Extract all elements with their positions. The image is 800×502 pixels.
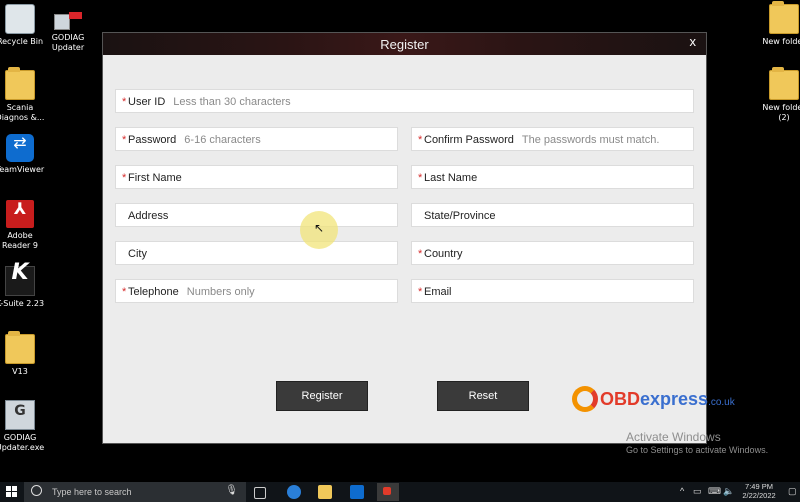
- adobe-label: Adobe Reader 9: [2, 231, 38, 250]
- clock-time: 7:49 PM: [745, 482, 773, 491]
- network-icon[interactable]: ▭: [693, 486, 702, 497]
- v13-folder-icon[interactable]: V13: [0, 331, 52, 377]
- active-app-glyph: [383, 487, 391, 495]
- required-mark: *: [122, 172, 127, 184]
- red-flag-icon: [69, 12, 82, 19]
- v13-label: V13: [12, 367, 28, 376]
- confirm-password-placeholder: The passwords must match.: [521, 134, 660, 146]
- reset-button[interactable]: Reset: [437, 381, 529, 411]
- country-label: Country: [424, 248, 463, 260]
- new-folder-2-icon[interactable]: New folder (2): [752, 67, 800, 123]
- teamviewer-glyph: [6, 134, 34, 162]
- logo-obd: OBD: [600, 389, 640, 409]
- microphone-icon[interactable]: 🎙: [225, 485, 238, 496]
- teamviewer-taskbar-icon[interactable]: [350, 485, 364, 499]
- teamviewer-label: TeamViewer: [0, 165, 45, 174]
- address-field[interactable]: Address: [115, 203, 398, 227]
- first-name-field[interactable]: * First Name: [115, 165, 398, 189]
- city-field[interactable]: City: [115, 241, 398, 265]
- required-mark: *: [418, 248, 423, 260]
- scania-folder-glyph: [5, 67, 35, 100]
- logo-tld: .co.uk: [708, 397, 735, 408]
- k-suite-glyph: [5, 266, 35, 296]
- new-folder-glyph: [769, 1, 799, 34]
- scania-icon[interactable]: Scania Diagnos &...: [0, 67, 52, 123]
- volume-icon[interactable]: 🔈: [723, 486, 734, 497]
- state-province-field[interactable]: State/Province: [411, 203, 694, 227]
- password-label: Password: [128, 134, 177, 146]
- windows-start-icon[interactable]: [6, 486, 18, 498]
- taskbar-search-box[interactable]: Type here to search 🎙: [24, 482, 246, 502]
- last-name-field[interactable]: * Last Name: [411, 165, 694, 189]
- telephone-field[interactable]: * Telephone Numbers only: [115, 279, 398, 303]
- required-mark: *: [418, 286, 423, 298]
- taskbar-clock[interactable]: 7:49 PM 2/22/2022: [735, 482, 783, 500]
- close-icon[interactable]: x: [690, 34, 697, 49]
- last-name-label: Last Name: [424, 172, 478, 184]
- keyboard-icon[interactable]: ⌨: [708, 486, 721, 497]
- country-field[interactable]: * Country: [411, 241, 694, 265]
- clock-date: 2/22/2022: [742, 491, 776, 500]
- first-name-label: First Name: [128, 172, 182, 184]
- activate-windows-title: Activate Windows: [626, 430, 721, 444]
- user-id-label: User ID: [128, 96, 166, 108]
- k-suite-icon[interactable]: K-Suite 2.23: [0, 266, 52, 309]
- confirm-password-field[interactable]: * Confirm Password The passwords must mat…: [411, 127, 694, 151]
- password-field[interactable]: * Password 6-16 characters: [115, 127, 398, 151]
- adobe-glyph: [6, 200, 34, 228]
- mouse-pointer-icon: ↖: [314, 221, 325, 235]
- email-field[interactable]: * Email: [411, 279, 694, 303]
- required-mark: *: [122, 96, 127, 108]
- dialog-titlebar[interactable]: Register x: [103, 33, 706, 55]
- user-id-field[interactable]: * User ID Less than 30 characters: [115, 89, 694, 113]
- register-button[interactable]: Register: [276, 381, 368, 411]
- scania-label: Scania Diagnos &...: [0, 103, 45, 122]
- new-folder-2-glyph: [769, 67, 799, 100]
- recycle-bin-glyph: [5, 4, 35, 34]
- k-suite-label: K-Suite 2.23: [0, 299, 45, 308]
- v13-folder-glyph: [5, 331, 35, 364]
- edge-browser-icon[interactable]: [287, 485, 301, 499]
- logo-ring-icon: [572, 386, 598, 412]
- telephone-placeholder: Numbers only: [186, 286, 255, 298]
- activate-windows-subtitle: Go to Settings to activate Windows.: [626, 445, 769, 455]
- confirm-password-label: Confirm Password: [424, 134, 514, 146]
- search-icon: [31, 485, 42, 496]
- godiag-updater-glyph: [54, 14, 70, 30]
- required-mark: *: [418, 134, 423, 146]
- godiag-updater-exe-icon[interactable]: GODIAG Updater.exe: [0, 400, 52, 453]
- obdexpress-logo: OBDexpress.co.uk: [572, 383, 735, 417]
- taskbar: Type here to search 🎙 ^ ▭ ⌨ 🔈 7:49 PM 2/…: [0, 482, 800, 502]
- state-province-label: State/Province: [424, 210, 496, 222]
- tray-chevron-icon[interactable]: ^: [680, 486, 684, 496]
- teamviewer-icon[interactable]: TeamViewer: [0, 134, 52, 175]
- dialog-title: Register: [380, 37, 429, 52]
- file-explorer-icon[interactable]: [318, 485, 332, 499]
- godiag-updater-label: GODIAG Updater: [51, 33, 85, 52]
- logo-express: express: [640, 389, 709, 409]
- required-mark: *: [122, 286, 127, 298]
- password-placeholder: 6-16 characters: [184, 134, 261, 146]
- godiag-exe-label: GODIAG Updater.exe: [0, 433, 45, 452]
- new-folder-2-label: New folder (2): [762, 103, 800, 122]
- city-label: City: [128, 248, 147, 260]
- notifications-icon[interactable]: ▢: [788, 486, 797, 497]
- new-folder-label: New folder: [762, 37, 800, 46]
- new-folder-icon[interactable]: New folder: [752, 1, 800, 47]
- task-view-icon[interactable]: [254, 487, 266, 499]
- telephone-label: Telephone: [128, 286, 179, 298]
- adobe-reader-icon[interactable]: Adobe Reader 9: [0, 200, 52, 251]
- user-id-placeholder: Less than 30 characters: [173, 96, 291, 108]
- required-mark: *: [418, 172, 423, 184]
- search-placeholder: Type here to search: [52, 487, 132, 497]
- address-label: Address: [128, 210, 169, 222]
- godiag-updater-icon[interactable]: GODIAG Updater: [36, 4, 100, 53]
- godiag-exe-glyph: [5, 400, 35, 430]
- required-mark: *: [122, 134, 127, 146]
- email-label: Email: [424, 286, 452, 298]
